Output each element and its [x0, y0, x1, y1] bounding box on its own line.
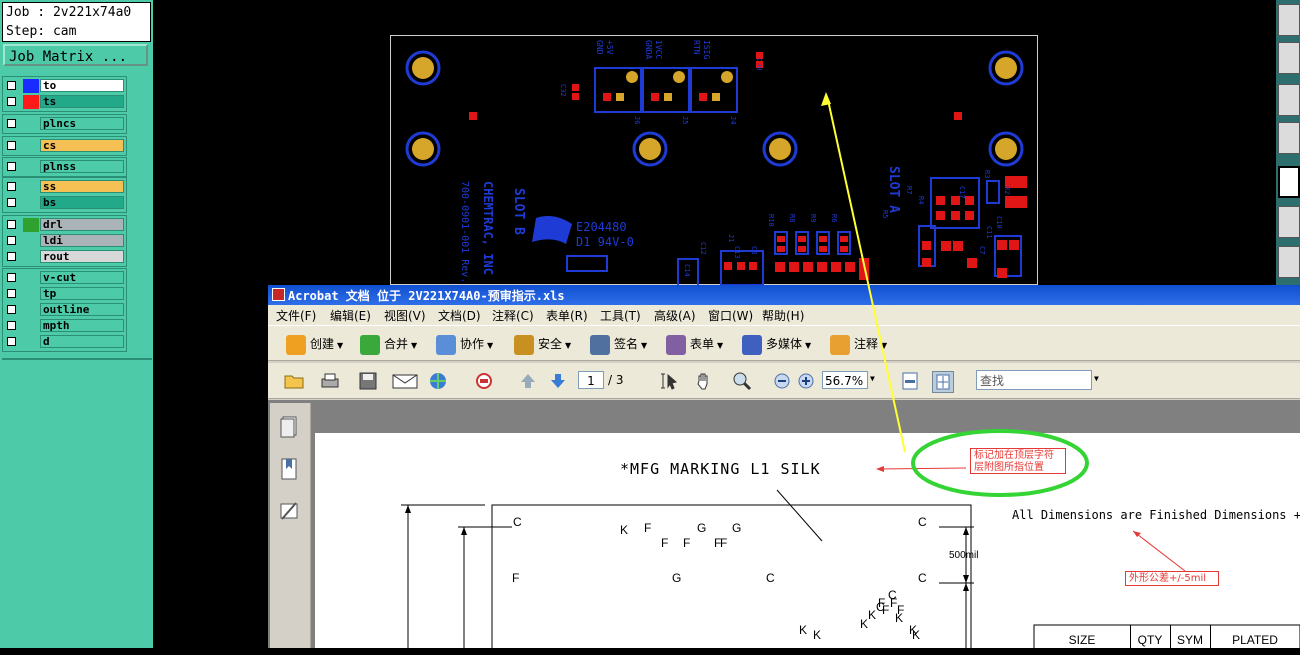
green-highlight-ellipse — [911, 429, 1089, 497]
yellow-annotation-arrow — [827, 99, 906, 453]
annotation-overlay — [821, 92, 1089, 497]
yellow-arrow-head — [821, 92, 831, 106]
